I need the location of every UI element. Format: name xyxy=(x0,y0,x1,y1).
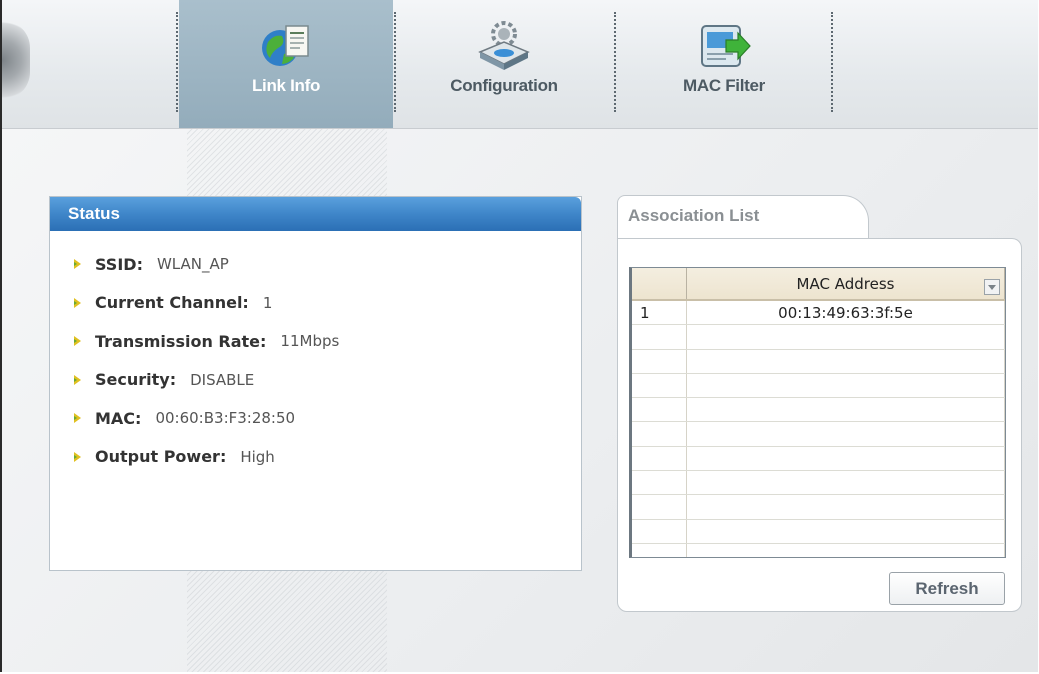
table-row-empty xyxy=(632,494,1005,520)
nav-separator xyxy=(614,12,616,112)
refresh-button[interactable]: Refresh xyxy=(889,572,1005,605)
bullet-arrow-icon xyxy=(74,259,81,270)
table-row-empty xyxy=(632,373,1005,399)
tab-link-info[interactable]: Link Info xyxy=(179,0,393,128)
status-panel: Status SSID: WLAN_AP Current Channel: 1 … xyxy=(49,196,582,571)
column-header-mac-address[interactable]: MAC Address xyxy=(686,268,1005,301)
nav-separator xyxy=(831,12,833,112)
table-row-empty xyxy=(632,446,1005,472)
tab-link-info-label: Link Info xyxy=(251,76,321,95)
table-header-row: MAC Address xyxy=(632,268,1005,301)
table-row-empty xyxy=(632,543,1005,557)
table-row-empty xyxy=(632,470,1005,496)
table-row-empty xyxy=(632,519,1005,544)
status-item-channel: Current Channel: 1 xyxy=(74,284,581,323)
column-menu-dropdown-icon[interactable] xyxy=(984,278,1000,295)
globe-document-icon xyxy=(262,25,309,66)
nav-separator xyxy=(176,12,178,112)
table-row[interactable]: 1 00:13:49:63:3f:5e xyxy=(632,300,1005,326)
filter-arrow-icon xyxy=(701,25,751,67)
association-list-panel: MAC Address 1 00:13:49:63:3f:5e Refresh xyxy=(617,238,1022,612)
status-value: 1 xyxy=(262,293,273,312)
row-index: 1 xyxy=(632,300,687,326)
column-header-label: MAC Address xyxy=(796,274,895,293)
status-item-output-power: Output Power: High xyxy=(74,438,581,477)
table-row-empty xyxy=(632,397,1005,423)
tab-mac-filter-label: MAC Filter xyxy=(682,76,765,95)
association-list-tab-label: Association List xyxy=(628,206,760,225)
status-value: High xyxy=(240,447,275,466)
table-row-empty xyxy=(632,324,1005,350)
status-list: SSID: WLAN_AP Current Channel: 1 Transmi… xyxy=(50,231,581,476)
status-label: Current Channel: xyxy=(95,293,249,313)
window-frame: Link Info Configuration MAC Filter Statu… xyxy=(0,0,1038,672)
status-panel-title: Status xyxy=(50,197,581,231)
main-content: Status SSID: WLAN_AP Current Channel: 1 … xyxy=(2,129,1038,672)
status-item-ssid: SSID: WLAN_AP xyxy=(74,245,581,284)
bullet-arrow-icon xyxy=(74,413,81,424)
association-list-tab[interactable]: Association List xyxy=(617,195,869,239)
column-header-index xyxy=(632,268,687,301)
status-value: 11Mbps xyxy=(280,332,340,351)
status-label: Security: xyxy=(95,370,177,390)
nav-separator xyxy=(394,12,396,112)
status-label: SSID: xyxy=(95,254,143,274)
status-label: MAC: xyxy=(95,408,142,428)
bullet-arrow-icon xyxy=(74,451,81,462)
bullet-arrow-icon xyxy=(74,297,81,308)
status-value: WLAN_AP xyxy=(156,255,229,274)
table-row-empty xyxy=(632,421,1005,447)
status-item-rate: Transmission Rate: 11Mbps xyxy=(74,322,581,361)
bullet-arrow-icon xyxy=(74,374,81,385)
association-table-container: MAC Address 1 00:13:49:63:3f:5e xyxy=(629,267,1006,558)
status-value: DISABLE xyxy=(190,370,255,389)
status-label: Transmission Rate: xyxy=(95,331,267,351)
tab-configuration[interactable]: Configuration xyxy=(397,0,611,128)
status-label: Output Power: xyxy=(95,447,227,467)
bullet-arrow-icon xyxy=(74,336,81,347)
router-gear-icon xyxy=(478,21,530,70)
tab-configuration-label: Configuration xyxy=(450,76,558,95)
top-navigation-bar: Link Info Configuration MAC Filter xyxy=(2,0,1038,129)
status-item-mac: MAC: 00:60:B3:F3:28:50 xyxy=(74,399,581,438)
table-row-empty xyxy=(632,349,1005,374)
status-item-security: Security: DISABLE xyxy=(74,361,581,400)
status-value: 00:60:B3:F3:28:50 xyxy=(155,409,296,428)
decorative-disc xyxy=(2,20,30,100)
association-table: MAC Address 1 00:13:49:63:3f:5e xyxy=(632,268,1005,557)
row-mac-address: 00:13:49:63:3f:5e xyxy=(686,300,1005,326)
tab-mac-filter[interactable]: MAC Filter xyxy=(617,0,831,128)
